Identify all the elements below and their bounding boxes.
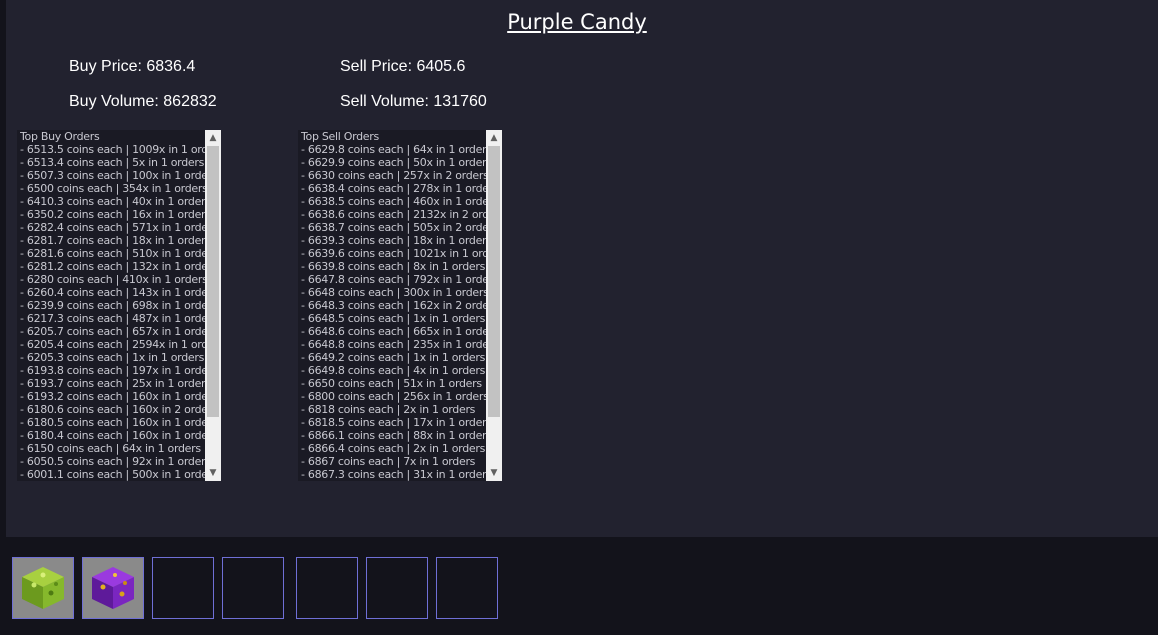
scroll-up-arrow-icon[interactable]: ▲ [486,130,502,146]
buy-price-label: Buy Price: 6836.4 [69,58,196,75]
order-line[interactable]: - 6217.3 coins each | 487x in 1 orders [20,312,205,325]
sell-price-label: Sell Price: 6405.6 [340,58,466,75]
order-line[interactable]: - 6629.9 coins each | 50x in 1 orders [301,156,486,169]
sell-volume-label: Sell Volume: 131760 [340,93,487,110]
order-line[interactable]: - 6193.2 coins each | 160x in 1 orders [20,390,205,403]
order-line[interactable]: - 6866.4 coins each | 2x in 1 orders [301,442,486,455]
order-line[interactable]: - 6260.4 coins each | 143x in 1 orders [20,286,205,299]
item-slot-empty[interactable] [366,557,428,619]
order-line[interactable]: - 6648.3 coins each | 162x in 2 orders [301,299,486,312]
item-slot-empty[interactable] [152,557,214,619]
sell-orders-header: Top Sell Orders [301,130,379,143]
order-line[interactable]: - 6193.7 coins each | 25x in 1 orders [20,377,205,390]
order-line[interactable]: - 6638.4 coins each | 278x in 1 orders [301,182,486,195]
bazaar-panel: Purple Candy Buy Price: 6836.4 Sell Pric… [6,0,1158,537]
order-line[interactable]: - 6513.5 coins each | 1009x in 1 orders [20,143,205,156]
order-line[interactable]: - 6281.7 coins each | 18x in 1 orders [20,234,205,247]
order-line[interactable]: - 6818.5 coins each | 17x in 1 orders [301,416,486,429]
order-line[interactable]: - 6639.6 coins each | 1021x in 1 orders [301,247,486,260]
order-line[interactable]: - 6638.5 coins each | 460x in 1 orders [301,195,486,208]
order-line[interactable]: - 6867 coins each | 7x in 1 orders [301,455,486,468]
buy-orders-listbox[interactable]: Top Buy Orders - 6513.5 coins each | 100… [17,130,221,481]
order-line[interactable]: - 6866.1 coins each | 88x in 1 orders [301,429,486,442]
purple-candy-icon [92,567,134,609]
scroll-down-arrow-icon[interactable]: ▼ [205,465,221,481]
order-line[interactable]: - 6180.5 coins each | 160x in 1 orders [20,416,205,429]
buy-orders-scrollbar[interactable]: ▲ ▼ [205,130,221,481]
order-line[interactable]: - 6647.8 coins each | 792x in 1 orders [301,273,486,286]
order-line[interactable]: - 6648 coins each | 300x in 1 orders [301,286,486,299]
order-line[interactable]: - 6867.3 coins each | 31x in 1 orders [301,468,486,481]
item-slot-green-candy[interactable] [12,557,74,619]
order-line[interactable]: - 6649.8 coins each | 4x in 1 orders [301,364,486,377]
scroll-down-arrow-icon[interactable]: ▼ [486,465,502,481]
sell-orders-listbox[interactable]: Top Sell Orders - 6629.8 coins each | 64… [298,130,502,481]
order-line[interactable]: - 6639.3 coins each | 18x in 1 orders [301,234,486,247]
item-slot-empty[interactable] [222,557,284,619]
buy-volume-label: Buy Volume: 862832 [69,93,217,110]
order-line[interactable]: - 6630 coins each | 257x in 2 orders [301,169,486,182]
buy-orders-header: Top Buy Orders [20,130,100,143]
sell-orders-scrollbar[interactable]: ▲ ▼ [486,130,502,481]
order-line[interactable]: - 6280 coins each | 410x in 1 orders [20,273,205,286]
order-line[interactable]: - 6281.2 coins each | 132x in 1 orders [20,260,205,273]
scroll-thumb[interactable] [488,146,500,417]
order-line[interactable]: - 6639.8 coins each | 8x in 1 orders [301,260,486,273]
item-title: Purple Candy [507,10,647,34]
order-line[interactable]: - 6648.5 coins each | 1x in 1 orders [301,312,486,325]
order-line[interactable]: - 6818 coins each | 2x in 1 orders [301,403,486,416]
scroll-thumb[interactable] [207,146,219,417]
order-line[interactable]: - 6500 coins each | 354x in 1 orders [20,182,205,195]
item-slot-empty[interactable] [436,557,498,619]
order-line[interactable]: - 6150 coins each | 64x in 1 orders [20,442,205,455]
order-line[interactable]: - 6410.3 coins each | 40x in 1 orders [20,195,205,208]
order-line[interactable]: - 6649.2 coins each | 1x in 1 orders [301,351,486,364]
order-line[interactable]: - 6800 coins each | 256x in 1 orders [301,390,486,403]
item-slot-empty[interactable] [296,557,358,619]
order-line[interactable]: - 6205.4 coins each | 2594x in 1 orders [20,338,205,351]
sell-orders-list: Top Sell Orders - 6629.8 coins each | 64… [301,130,486,481]
order-line[interactable]: - 6648.8 coins each | 235x in 1 orders [301,338,486,351]
order-line[interactable]: - 6650 coins each | 51x in 1 orders [301,377,486,390]
order-line[interactable]: - 6513.4 coins each | 5x in 1 orders [20,156,205,169]
order-line[interactable]: - 6507.3 coins each | 100x in 1 orders [20,169,205,182]
order-line[interactable]: - 6001.1 coins each | 500x in 1 orders [20,468,205,481]
order-line[interactable]: - 6648.6 coins each | 665x in 1 orders [301,325,486,338]
item-slot-purple-candy[interactable] [82,557,144,619]
order-line[interactable]: - 6629.8 coins each | 64x in 1 orders [301,143,486,156]
order-line[interactable]: - 6239.9 coins each | 698x in 1 orders [20,299,205,312]
green-candy-icon [22,567,64,609]
buy-orders-list: Top Buy Orders - 6513.5 coins each | 100… [20,130,205,481]
order-line[interactable]: - 6205.3 coins each | 1x in 1 orders [20,351,205,364]
order-line[interactable]: - 6180.6 coins each | 160x in 2 orders [20,403,205,416]
order-line[interactable]: - 6281.6 coins each | 510x in 1 orders [20,247,205,260]
order-line[interactable]: - 6193.8 coins each | 197x in 1 orders [20,364,205,377]
order-line[interactable]: - 6180.4 coins each | 160x in 1 orders [20,429,205,442]
order-line[interactable]: - 6282.4 coins each | 571x in 1 orders [20,221,205,234]
order-line[interactable]: - 6050.5 coins each | 92x in 1 orders [20,455,205,468]
order-line[interactable]: - 6638.7 coins each | 505x in 2 orders [301,221,486,234]
order-line[interactable]: - 6350.2 coins each | 16x in 1 orders [20,208,205,221]
scroll-up-arrow-icon[interactable]: ▲ [205,130,221,146]
order-line[interactable]: - 6205.7 coins each | 657x in 1 orders [20,325,205,338]
order-line[interactable]: - 6638.6 coins each | 2132x in 2 orders [301,208,486,221]
